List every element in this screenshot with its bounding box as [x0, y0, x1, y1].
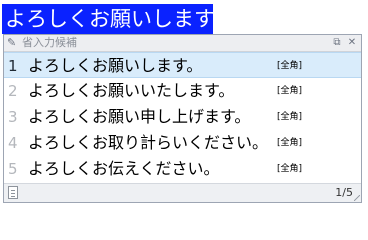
pin-icon[interactable]: ✎	[7, 36, 19, 49]
candidate-list: 1 よろしくお願いします。 [全角] 2 よろしくお願いいたします。 [全角] …	[4, 52, 361, 182]
candidate-item[interactable]: 3 よろしくお願い申し上げます。 [全角]	[4, 104, 361, 130]
candidate-number: 1	[8, 57, 18, 75]
candidate-number: 5	[8, 160, 18, 178]
candidate-text: よろしくお願いいたします。	[28, 81, 235, 100]
candidate-text: よろしくお願い申し上げます。	[28, 107, 251, 126]
document-icon[interactable]	[8, 186, 18, 199]
candidate-number: 2	[8, 82, 18, 100]
candidate-tag: [全角]	[277, 61, 303, 71]
candidate-tag: [全角]	[277, 112, 303, 122]
candidate-text: よろしくお願いします。	[28, 56, 203, 75]
candidate-tag: [全角]	[277, 86, 303, 96]
close-icon[interactable]: ✕	[346, 36, 358, 48]
candidate-item[interactable]: 5 よろしくお伝えください。 [全角]	[4, 156, 361, 182]
candidate-item[interactable]: 2 よろしくお願いいたします。 [全角]	[4, 78, 361, 104]
restore-icon[interactable]: ⧉	[331, 36, 343, 48]
candidate-number: 3	[8, 108, 18, 126]
composition-text: よろしくお願いします。	[2, 4, 213, 34]
candidate-tag: [全角]	[277, 164, 303, 174]
candidate-text: よろしくお伝えください。	[28, 159, 220, 178]
candidate-statusbar: 1/5	[4, 183, 361, 202]
candidate-number: 4	[8, 134, 18, 152]
candidate-text: よろしくお取り計らいください。	[28, 133, 269, 152]
resize-grip-icon[interactable]	[354, 195, 360, 201]
candidate-item[interactable]: 1 よろしくお願いします。 [全角]	[4, 52, 361, 78]
candidate-window-title: 省入力候補	[22, 36, 77, 49]
candidate-window-titlebar[interactable]: ✎ 省入力候補 ⧉ ✕	[4, 35, 361, 52]
page-count: 1/5	[335, 186, 353, 199]
candidate-tag: [全角]	[277, 138, 303, 148]
candidate-window: ✎ 省入力候補 ⧉ ✕ 1 よろしくお願いします。 [全角] 2 よろしくお願い…	[3, 34, 362, 203]
candidate-item[interactable]: 4 よろしくお取り計らいください。 [全角]	[4, 130, 361, 156]
